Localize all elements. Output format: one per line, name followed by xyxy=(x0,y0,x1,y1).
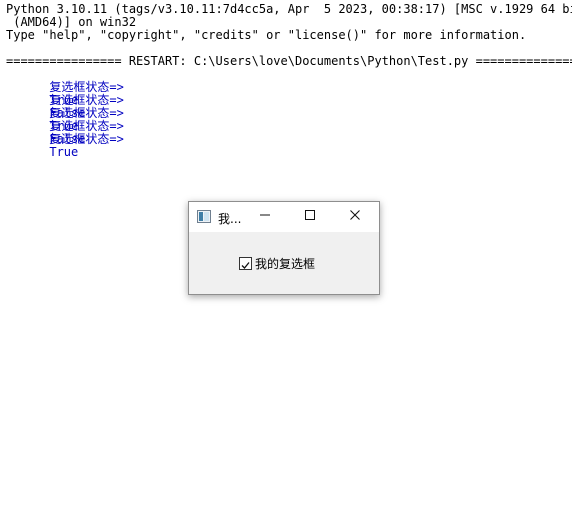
title-bar[interactable]: 我... xyxy=(189,202,379,232)
checkbutton[interactable]: 我的复选框 xyxy=(239,255,315,272)
output-label: 复选框状态=> xyxy=(49,132,124,146)
output-line: 复选框状态=> True xyxy=(6,120,124,172)
banner-line-3: Type "help", "copyright", "credits" or "… xyxy=(6,28,527,42)
checkbox-label: 我的复选框 xyxy=(255,257,316,271)
window-title: 我... xyxy=(218,212,242,226)
tk-window: 我... 我的复选框 xyxy=(188,201,380,295)
output-value: True xyxy=(49,145,79,159)
close-button[interactable] xyxy=(333,202,377,232)
python-idle-shell: Python 3.10.11 (tags/v3.10.11:7d4cc5a, A… xyxy=(0,0,572,524)
checkbox-box[interactable] xyxy=(239,257,252,270)
maximize-icon xyxy=(304,208,316,226)
close-icon xyxy=(349,208,361,226)
minimize-button[interactable] xyxy=(243,202,287,232)
tk-app-icon xyxy=(197,210,211,223)
check-mark-icon xyxy=(241,262,250,269)
window-body: 我的复选框 xyxy=(189,232,379,294)
maximize-button[interactable] xyxy=(288,202,332,232)
minimize-icon xyxy=(259,208,271,226)
restart-line: ================ RESTART: C:\Users\love\… xyxy=(6,54,572,68)
